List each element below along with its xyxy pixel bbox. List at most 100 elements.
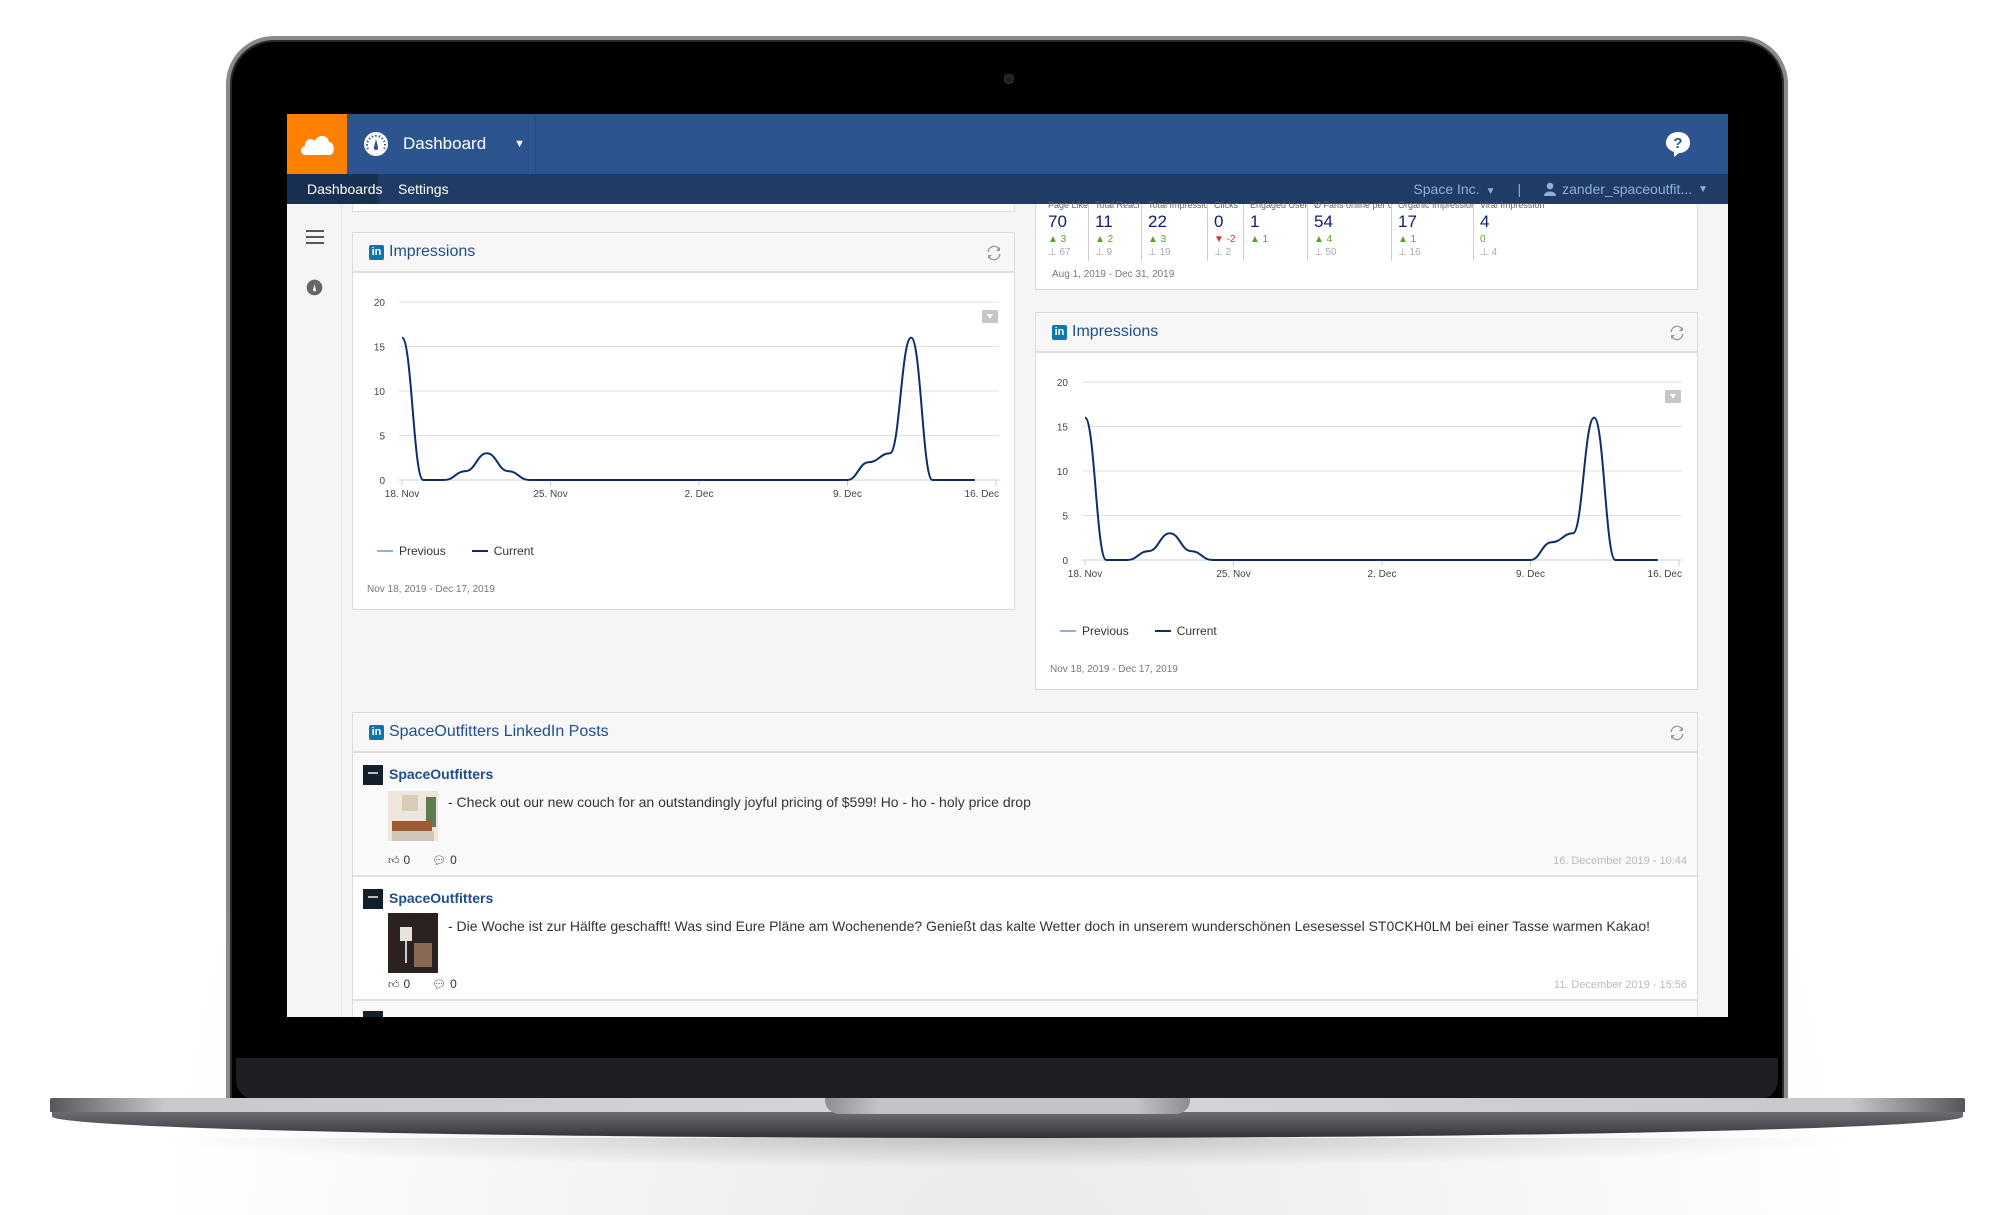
legend-current[interactable]: Current	[471, 544, 534, 558]
linkedin-icon: in	[369, 244, 384, 260]
comments-count: 0	[450, 977, 457, 991]
chevron-down-icon: ▼	[514, 138, 526, 150]
linkedin-icon: in	[1052, 324, 1067, 340]
legend-previous[interactable]: Previous	[1060, 624, 1129, 638]
x-tick-label: 16. Dec	[1648, 569, 1682, 580]
avatar[interactable]	[363, 765, 383, 785]
stat-label: Ø Fans online per day	[1314, 200, 1391, 210]
download-icon[interactable]	[982, 310, 998, 323]
separator: |	[1517, 181, 1522, 197]
top-bar: Dashboard ▼ ?	[287, 114, 1728, 174]
stat-item: Viral Impressions 4 0 ⊥ 4	[1474, 200, 1544, 261]
y-tick-label: 15	[374, 343, 386, 354]
stat-change: ▼ -2	[1214, 234, 1236, 245]
comment-icon: 💬︎	[432, 978, 447, 991]
post-image[interactable]	[388, 913, 438, 973]
stat-label: Organic Impressions	[1398, 200, 1473, 210]
user-menu[interactable]: zander_spaceoutfit... ▼	[1543, 181, 1708, 197]
legend-current[interactable]: Current	[1154, 624, 1217, 638]
chevron-down-icon: ▼	[1698, 183, 1708, 195]
stat-label: Viral Impressions	[1480, 200, 1544, 210]
stat-change: 0	[1480, 234, 1486, 245]
stat-item: Clicks 0 ▼ -2 ⊥ 2	[1208, 200, 1244, 261]
mockup-background: Dashboard ▼ ? Dashboards Settings Space …	[0, 0, 2015, 1215]
dashboard-title: Dashboard	[403, 134, 487, 153]
avatar	[363, 1011, 383, 1017]
likes-count: 0	[403, 853, 411, 867]
post-item: SpaceOutfitters - Die Woche ist zur Hälf…	[353, 877, 1697, 1001]
gauge-icon	[364, 132, 388, 156]
legend-swatch	[377, 550, 393, 552]
legend-swatch	[1154, 630, 1171, 632]
thumbs-up-icon: 👍︎	[388, 978, 400, 991]
download-icon[interactable]	[1665, 390, 1681, 403]
stat-change: ▲ 3	[1148, 234, 1167, 245]
y-tick-label: 0	[1062, 556, 1068, 567]
legend-label: Previous	[1082, 624, 1129, 638]
refresh-icon[interactable]	[986, 245, 1002, 261]
series-current-line	[1084, 416, 1658, 561]
post-item: SpaceOutfitters - Check out our new couc…	[353, 753, 1697, 877]
avatar[interactable]	[363, 889, 383, 909]
refresh-icon[interactable]	[1669, 325, 1685, 341]
stat-item: Ø Fans online per day 54 ▲ 4 ⊥ 50	[1308, 200, 1392, 261]
company-selector[interactable]: Space Inc. ▼	[1413, 181, 1495, 197]
likes-count: 0	[403, 977, 411, 991]
post-author[interactable]: SpaceOutfitters	[389, 766, 493, 782]
impressions-chart: 0 5 10 15 20 18. Nov 25. Nov 2. Dec 9. Dec 16. De…	[1057, 378, 1682, 580]
legend-label: Current	[1176, 624, 1217, 638]
sidebar	[287, 204, 342, 1017]
y-tick-label: 10	[374, 387, 386, 398]
stat-label: Clicks	[1214, 200, 1238, 210]
stat-item: Total Impressions 22 ▲ 3 ⊥ 19	[1142, 200, 1208, 261]
legend-swatch	[471, 550, 488, 552]
tab-settings[interactable]: Settings	[378, 174, 469, 204]
stat-change: ▲ 2	[1095, 234, 1114, 245]
panel-title: Impressions	[389, 243, 476, 260]
stat-value: 11	[1095, 212, 1113, 231]
svg-text:?: ?	[1673, 135, 1682, 152]
stat-label: Total Impressions	[1148, 200, 1207, 210]
date-range: Nov 18, 2019 - Dec 17, 2019	[367, 584, 495, 595]
tab-dashboards[interactable]: Dashboards	[287, 174, 383, 204]
post-text: - Die Woche ist zur Hälfte geschafft! Wa…	[448, 918, 1651, 934]
post-author[interactable]: SpaceOutfitters	[389, 890, 493, 906]
stat-previous: ⊥ 50	[1314, 247, 1337, 258]
stat-value: 22	[1148, 212, 1167, 231]
y-tick-label: 10	[1057, 467, 1069, 478]
post-timestamp: 16. December 2019 - 10:44	[1553, 855, 1687, 867]
likes: 👍︎ 0	[388, 853, 410, 867]
help-icon[interactable]: ?	[1664, 130, 1692, 158]
stat-item: Total Reach 11 ▲ 2 ⊥ 9	[1089, 200, 1142, 261]
stat-value: 54	[1314, 212, 1333, 231]
panel-header: in SpaceOutfitters LinkedIn Posts	[353, 713, 1697, 753]
refresh-icon[interactable]	[1669, 725, 1685, 741]
legend-label: Current	[493, 544, 534, 558]
camera-icon	[1004, 74, 1014, 84]
menu-icon[interactable]	[306, 230, 324, 244]
logo[interactable]	[287, 114, 347, 174]
impressions-chart: 0 5 10 15 20 18. Nov 25. Nov 2. Dec 9. Dec 16. De…	[374, 298, 999, 500]
post-image[interactable]	[388, 791, 438, 841]
stat-value: 70	[1048, 212, 1067, 231]
dashboard-gauge-icon[interactable]	[306, 279, 323, 296]
username: zander_spaceoutfit...	[1562, 181, 1693, 197]
stat-item: Organic Impressions 17 ▲ 1 ⊥ 16	[1392, 200, 1474, 261]
dashboard-selector[interactable]: Dashboard ▼	[347, 114, 536, 174]
stat-value: 4	[1480, 212, 1490, 231]
panel-title: SpaceOutfitters LinkedIn Posts	[389, 723, 609, 740]
stat-label: Total Reach	[1095, 200, 1141, 210]
chevron-down-icon: ▼	[1485, 186, 1496, 197]
comment-icon: 💬︎	[432, 854, 447, 867]
x-tick-label: 18. Nov	[1068, 569, 1102, 580]
x-tick-label: 2. Dec	[1368, 569, 1397, 580]
user-icon	[1544, 182, 1557, 196]
stat-previous: ⊥ 67	[1048, 247, 1071, 258]
likes: 👍︎ 0	[388, 977, 410, 991]
legend-previous[interactable]: Previous	[377, 544, 446, 558]
stat-previous: ⊥ 2	[1214, 247, 1232, 258]
date-range: Nov 18, 2019 - Dec 17, 2019	[1050, 664, 1178, 675]
stat-change: ▲ 3	[1048, 234, 1067, 245]
laptop-notch	[825, 1098, 1190, 1114]
cloud-icon	[300, 135, 334, 155]
